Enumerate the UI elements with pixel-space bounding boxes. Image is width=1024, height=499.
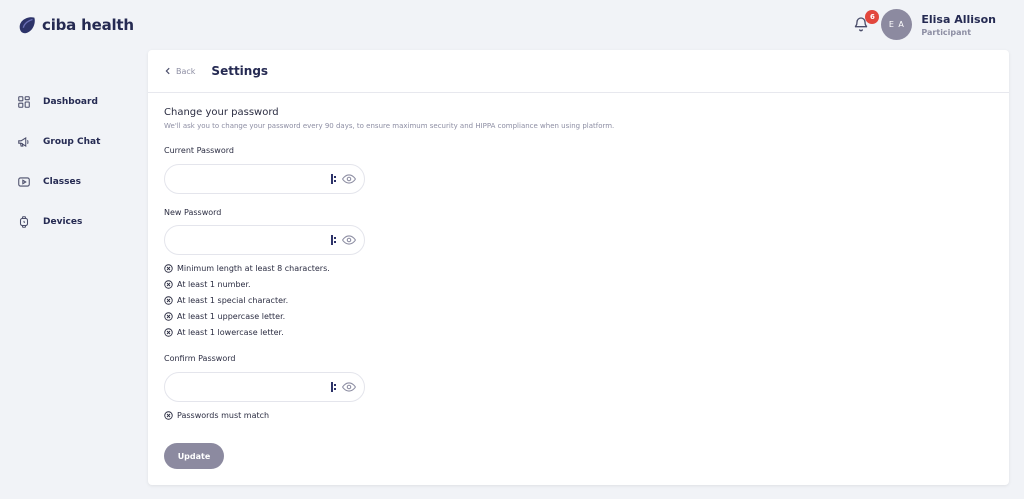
x-circle-icon [164,263,173,273]
new-password-input[interactable] [175,226,335,254]
password-rule-text: Minimum length at least 8 characters. [177,263,330,273]
sidebar-item-label: Dashboard [43,97,98,107]
sidebar-item-classes[interactable]: Classes [17,174,100,190]
password-icons [331,381,356,393]
new-password-label: New Password [164,208,222,217]
password-manager-icon[interactable] [331,381,339,393]
password-manager-icon[interactable] [331,173,339,185]
section-title: Change your password [164,107,279,118]
password-rule-text: At least 1 special character. [177,295,289,305]
new-password-field[interactable] [164,225,365,255]
confirm-password-input[interactable] [175,373,335,401]
eye-icon[interactable] [342,173,356,185]
password-icons [331,234,356,246]
x-circle-icon [164,327,173,337]
password-rule: At least 1 lowercase letter. [164,324,330,340]
notifications-button[interactable]: 6 [853,9,880,34]
back-label: Back [176,66,196,76]
password-rule-text: At least 1 number. [177,279,251,289]
brand-name: ciba health [42,16,134,34]
password-manager-icon[interactable] [331,234,339,246]
password-rule: At least 1 uppercase letter. [164,308,330,324]
current-password-input[interactable] [175,165,335,193]
password-rule: At least 1 special character. [164,292,330,308]
confirm-password-field[interactable] [164,372,365,402]
x-circle-icon [164,311,173,321]
user-area: 6 E A Elisa Allison Participant [853,9,996,40]
eye-icon[interactable] [342,234,356,246]
user-name: Elisa Allison [921,12,996,26]
back-button[interactable]: Back [164,67,195,76]
password-rule-text: Passwords must match [177,410,270,420]
ciba-logo-icon [19,17,35,34]
current-password-label: Current Password [164,146,234,155]
x-circle-icon [164,279,173,289]
password-rule: Passwords must match [164,407,269,423]
chevron-left-icon [165,67,170,75]
password-icons [331,173,356,185]
sidebar-item-group-chat[interactable]: Group Chat [17,134,100,150]
user-role: Participant [921,27,972,37]
megaphone-icon [18,136,29,148]
sidebar-item-devices[interactable]: Devices [17,214,100,230]
eye-icon[interactable] [342,381,356,393]
current-password-field[interactable] [164,164,365,194]
video-icon [18,177,30,187]
confirm-password-label: Confirm Password [164,354,236,363]
sidebar-item-dashboard[interactable]: Dashboard [17,94,100,110]
section-description: We'll ask you to change your password ev… [164,122,615,130]
sidebar-item-label: Classes [43,177,81,187]
password-rules: Minimum length at least 8 characters. At… [164,260,330,340]
update-button[interactable]: Update [164,443,224,469]
sidebar: Dashboard Group Chat Classes Devices [17,94,100,254]
watch-icon [19,216,29,228]
password-rule-text: At least 1 uppercase letter. [177,311,286,321]
brand-logo[interactable]: ciba health [16,14,134,36]
x-circle-icon [164,410,173,420]
card-header: Back Settings [148,50,1009,93]
password-rule: Minimum length at least 8 characters. [164,260,330,276]
password-rule-text: At least 1 lowercase letter. [177,327,284,337]
match-rule: Passwords must match [164,407,269,423]
x-circle-icon [164,295,173,305]
settings-card: Back Settings Change your password We'll… [148,50,1009,485]
page-title: Settings [211,64,269,78]
sidebar-item-label: Group Chat [43,137,101,147]
dashboard-icon [18,96,30,108]
avatar[interactable]: E A [881,9,913,40]
notification-badge: 6 [865,9,880,24]
section-header: Change your password We'll ask you to ch… [164,107,614,130]
password-rule: At least 1 number. [164,276,330,292]
sidebar-item-label: Devices [43,217,83,227]
user-info[interactable]: Elisa Allison Participant [921,13,996,37]
